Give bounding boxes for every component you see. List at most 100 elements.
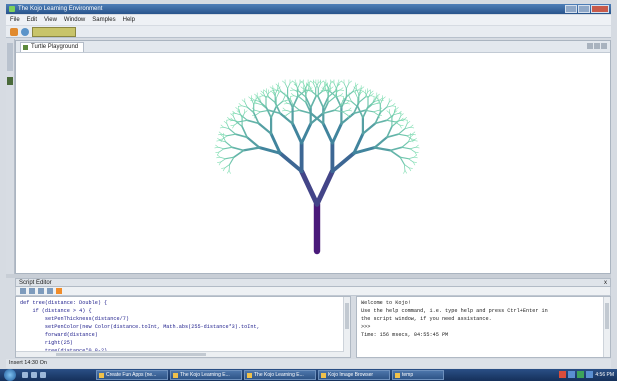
tree-branch [238,103,242,107]
tree-branch [228,164,230,171]
turtle-icon [23,45,28,50]
menu-file[interactable]: File [10,15,20,25]
tree-branch [265,106,272,119]
tree-branch [285,109,292,113]
taskbar-button[interactable]: The Kojo Learning E... [170,370,242,380]
tree-branch [217,154,221,158]
tree-branch [317,96,325,109]
refresh-icon[interactable] [21,27,29,36]
menu-samples[interactable]: Samples [92,15,115,25]
tree-branch [223,121,228,124]
tree-branch [224,164,230,169]
taskbar-button[interactable]: The Kojo Learning E... [244,370,316,380]
tree-branch [312,80,317,84]
tree-branch [260,93,264,97]
editor-horizontal-scrollbar[interactable] [16,351,344,357]
tree-branch [362,90,366,94]
start-button[interactable] [4,369,16,381]
taskbar-button[interactable]: Create Fun Apps (ne... [96,370,168,380]
security-icon[interactable] [559,371,566,378]
media-quicklaunch-icon[interactable] [40,372,46,378]
tree-branch [242,146,261,152]
tree-branch [309,89,314,91]
tree-branch [300,122,313,145]
tree-branch [361,122,377,135]
tree-branch [409,127,415,129]
tree-branch [339,93,344,97]
tree-branch [401,146,411,150]
side-tab[interactable] [7,43,13,71]
run-script-icon[interactable] [10,27,18,36]
tree-branch [231,146,245,152]
turtle-drawing-canvas[interactable] [16,52,610,273]
tab-label: Turtle Playground [31,44,79,50]
taskbar-button[interactable]: Kojo Image Browser [318,370,390,380]
tree-branch [358,96,366,104]
tree-branch [401,141,409,148]
tree-branch [218,131,223,135]
tree-branch [223,146,233,150]
tree-branch [413,154,418,158]
add-icon[interactable] [56,288,62,294]
code-area[interactable]: def tree(distance: Double) { if (distanc… [16,297,350,355]
tree-branch [346,103,351,105]
tree-branch [309,96,317,109]
tree-branch [260,90,264,94]
script-editor[interactable]: def tree(distance: Double) { if (distanc… [15,296,351,358]
tree-branch [370,95,375,97]
tree-branch [382,96,386,100]
panel-minimize-icon[interactable] [587,43,593,49]
tree-branch [373,146,392,152]
minimize-button[interactable] [565,5,577,13]
tree-branch [373,109,380,113]
tree-branch [291,122,304,145]
menu-window[interactable]: Window [64,15,85,25]
tree-branch [227,117,231,120]
tree-branch [360,90,364,94]
tree-branch [386,110,390,114]
tree-branch [391,105,397,107]
scroll-thumb[interactable] [56,353,206,356]
code-line: def tree(distance: Double) { [20,300,108,306]
tab-turtle-playground[interactable]: Turtle Playground [20,42,84,52]
tree-branch [338,80,342,84]
panel-restore-icon[interactable] [594,43,600,49]
show-desktop-icon[interactable] [22,372,28,378]
menu-help[interactable]: Help [123,15,135,25]
menu-edit[interactable]: Edit [27,15,37,25]
tree-branch [217,146,225,150]
scroll-thumb[interactable] [605,303,609,329]
tree-branch [330,151,356,174]
stop-icon[interactable] [29,288,35,294]
tree-branch [347,109,353,112]
tree-branch [220,124,224,128]
tree-branch [343,82,347,89]
tree-branch [317,82,322,89]
battery-icon[interactable] [586,371,593,378]
volume-icon[interactable] [577,371,584,378]
close-icon[interactable]: x [604,279,607,287]
tree-branch [218,148,225,153]
window-icon [321,373,326,378]
tree-branch [397,128,406,135]
history-forward-icon[interactable] [47,288,53,294]
tree-branch [315,90,323,98]
tree-branch [233,149,245,159]
maximize-button[interactable] [578,5,590,13]
run-icon[interactable] [20,288,26,294]
tree-branch [379,99,384,101]
tree-branch [263,89,267,93]
output-vertical-scrollbar[interactable] [603,297,610,357]
history-back-icon[interactable] [38,288,44,294]
network-icon[interactable] [568,371,575,378]
tree-branch [342,111,348,116]
browser-quicklaunch-icon[interactable] [31,372,37,378]
tree-branch [275,92,279,99]
close-window-button[interactable] [591,5,609,13]
panel-close-icon[interactable] [601,43,607,49]
tree-branch [214,147,219,149]
menu-view[interactable]: View [44,15,57,25]
scroll-thumb[interactable] [345,303,349,329]
taskbar-button[interactable]: temp [392,370,444,380]
editor-vertical-scrollbar[interactable] [343,297,350,357]
